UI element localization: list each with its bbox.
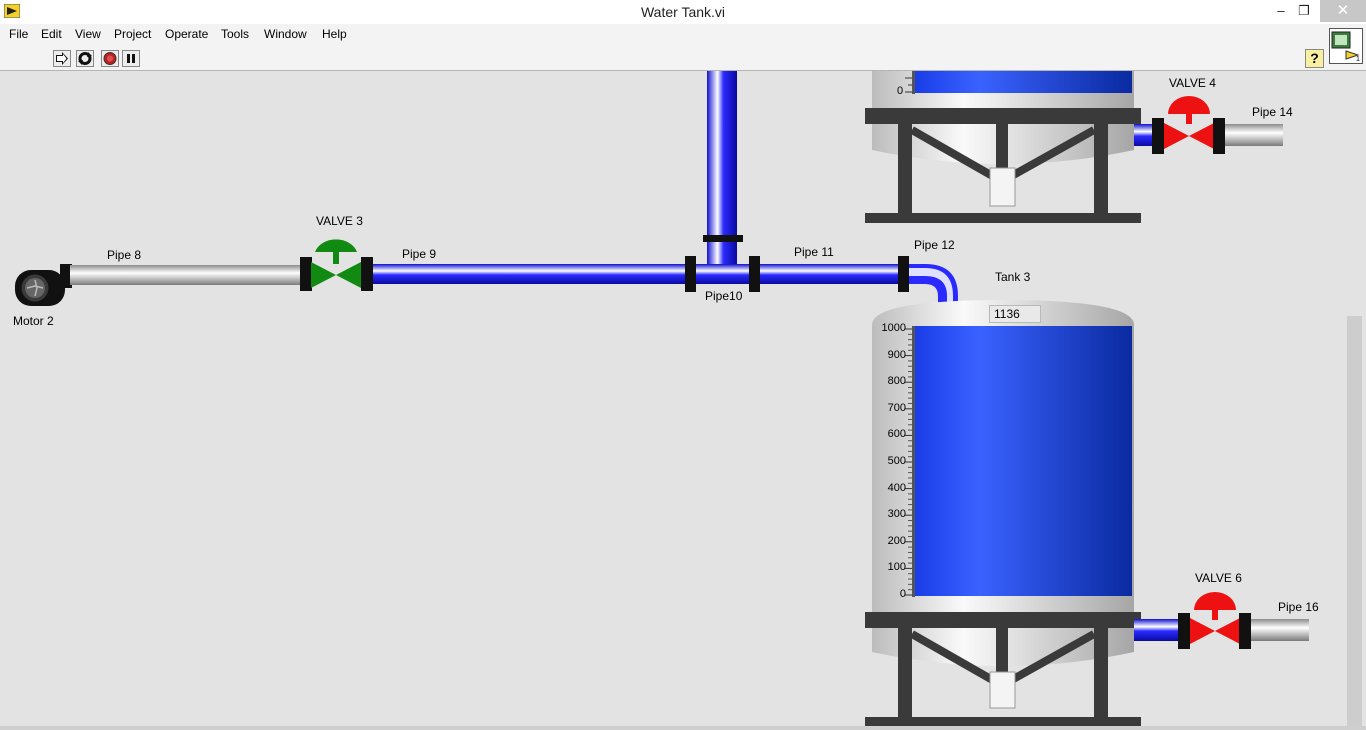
pipe-8-label: Pipe 8	[107, 248, 142, 262]
inlet-pipe-vertical	[703, 71, 743, 271]
menu-window[interactable]: Window	[264, 27, 307, 41]
vertical-scrollbar[interactable]	[1347, 316, 1362, 726]
context-help-button[interactable]: ?	[1305, 49, 1324, 68]
pipe-8	[70, 265, 305, 285]
pipe-16	[1251, 619, 1309, 641]
pipe-10	[696, 264, 750, 284]
tank-3-scale-label: 1000	[881, 322, 906, 334]
menu-operate[interactable]: Operate	[165, 27, 208, 41]
toolbar: ?	[0, 45, 1366, 71]
tank-3-scale-label: 900	[887, 348, 906, 361]
tank-top	[865, 71, 1141, 223]
menu-edit[interactable]: Edit	[41, 27, 62, 41]
pipe-12	[909, 264, 958, 304]
tank-3-scale-label: 800	[887, 375, 906, 388]
menu-file[interactable]: File	[9, 27, 28, 41]
restore-button[interactable]: ❐	[1289, 0, 1319, 22]
vi-icon[interactable]: 1	[1329, 28, 1363, 64]
valve-4[interactable]	[1164, 96, 1214, 149]
tank-3-scale-label: 400	[887, 481, 906, 494]
pipe-9-label: Pipe 9	[402, 247, 437, 261]
menu-view[interactable]: View	[75, 27, 101, 41]
svg-text:1: 1	[1356, 56, 1360, 63]
tank-3-digital-display: 1136	[989, 305, 1041, 323]
menu-bar: File Edit View Project Operate Tools Win…	[0, 24, 1366, 45]
window-title: Water Tank.vi	[640, 4, 726, 20]
run-continuously-icon[interactable]	[76, 50, 94, 67]
pipe-11-label: Pipe 11	[794, 245, 834, 259]
menu-tools[interactable]: Tools	[221, 27, 249, 41]
pipe-11	[760, 264, 900, 284]
motor-2-label: Motor 2	[13, 314, 54, 328]
valve-4-flange-left	[1152, 118, 1164, 154]
tank-3-label: Tank 3	[995, 270, 1031, 284]
pipe-16-label: Pipe 16	[1278, 600, 1319, 614]
tank-3-scale-label: 600	[887, 428, 906, 441]
valve-4-label: VALVE 4	[1169, 76, 1216, 90]
tank-3-stand	[865, 612, 1141, 726]
tank-3-scale-label: 300	[887, 508, 906, 521]
valve-6[interactable]	[1190, 592, 1240, 644]
valve-3-label: VALVE 3	[316, 214, 363, 228]
valve-6-label: VALVE 6	[1195, 571, 1242, 585]
pipe-12-label: Pipe 12	[914, 238, 955, 252]
tank-3-scale-label: 700	[887, 401, 906, 414]
pipe-9	[373, 264, 689, 284]
pipe-14	[1225, 124, 1283, 146]
tank-top-scale-zero: 0	[897, 85, 904, 97]
tank-3-water-level	[914, 326, 1132, 596]
tank-3-scale-label: 100	[887, 561, 906, 574]
title-bar: Water Tank.vi – ❐ ✕	[0, 0, 1366, 24]
abort-icon[interactable]	[101, 50, 119, 67]
tank-3-scale-label: 0	[899, 588, 906, 600]
tank-3-scale-label: 500	[887, 455, 906, 467]
menu-help[interactable]: Help	[322, 27, 347, 41]
front-panel: Motor 2 Pipe 8 VALVE 3 Pipe 9 Pipe10 Pip…	[0, 71, 1366, 730]
motor-2[interactable]	[15, 264, 72, 306]
tank-3	[872, 300, 1134, 612]
pause-icon[interactable]	[122, 50, 140, 67]
valve-3[interactable]	[311, 239, 361, 288]
menu-project[interactable]: Project	[114, 27, 151, 41]
pipe-14-label: Pipe 14	[1252, 105, 1293, 119]
pipe-10-label: Pipe10	[705, 289, 743, 303]
run-arrow-icon[interactable]	[53, 50, 71, 67]
tank-3-scale-label: 200	[887, 534, 906, 547]
close-button[interactable]: ✕	[1320, 0, 1366, 22]
